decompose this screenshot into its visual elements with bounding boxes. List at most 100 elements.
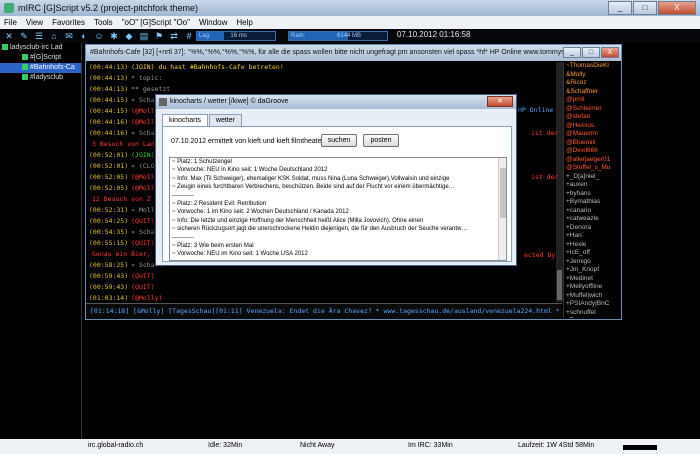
nick-item[interactable]: +catweazle [564, 215, 621, 224]
nick-item[interactable]: +Bymathias [564, 198, 621, 207]
nick-list[interactable]: ~ThomasDieKl &Molly &Ricoz &Schaffner @pmli @… [563, 62, 621, 318]
nick-item[interactable]: +_D[a]niel_ [564, 173, 621, 182]
minimize-button[interactable]: _ [608, 1, 632, 15]
menu-gscript[interactable]: "oO" [G]Script "Oo" [122, 18, 190, 27]
nick-item[interactable]: +Han` [564, 232, 621, 241]
window-title: mIRC [G]Script v5.2 (project-pitchfork t… [18, 3, 199, 13]
timestamp: (00:55:15) [89, 239, 129, 247]
nick-item[interactable]: +Hexle [564, 241, 621, 250]
result-line: ~ Vorwoche: NEU im Kino seit: 1 Woche US… [172, 251, 308, 258]
nick-item[interactable]: @Bluemili [564, 139, 621, 148]
colors-icon[interactable]: ◐ [79, 31, 89, 41]
timestamp: (00:59:43) [89, 272, 129, 280]
menu-favorites[interactable]: Favorites [52, 18, 85, 27]
tree-item-server[interactable]: ladysclub-irc Lad [0, 43, 81, 53]
nick-item[interactable]: +Jm_Knopf [564, 266, 621, 275]
nick-item[interactable]: +PSIAndy|BnC [564, 300, 621, 309]
nick-item[interactable]: @Mauermi [564, 130, 621, 139]
server-icon[interactable]: ✎ [19, 31, 29, 41]
remote-icon[interactable]: ☺ [94, 31, 104, 41]
charts-results-box[interactable]: ~ Platz: 1 Schutzengel ~ Vorwoche: NEU in… [169, 157, 507, 261]
nick-item[interactable]: @stefan [564, 113, 621, 122]
nick-item[interactable]: @Hexxus [564, 122, 621, 131]
timestamp: (00:44:15) [89, 107, 129, 115]
channel-maximize-button[interactable]: □ [582, 47, 600, 58]
nick-item[interactable]: +canario [564, 207, 621, 216]
chat-line: (00:44:13) * topic: [86, 73, 556, 84]
dialog-app-icon [159, 98, 167, 106]
post-button[interactable]: posten [363, 134, 399, 147]
connect-icon[interactable]: ✕ [4, 31, 14, 41]
nick-item[interactable]: +auxen [564, 181, 621, 190]
options-icon[interactable]: ☰ [34, 31, 44, 41]
channel-icon [22, 64, 28, 71]
nick-item[interactable]: @Schleimer [564, 105, 621, 114]
message-text: ** gesetzt [131, 85, 171, 93]
dialog-close-button[interactable]: ✕ [487, 96, 513, 107]
dcc-icon[interactable]: ⇄ [169, 31, 179, 41]
result-line: ~ Info: Seit 30 Jahren sind Kay (Meryl S… [170, 259, 506, 261]
channel-list-icon[interactable]: ⌂ [49, 31, 59, 41]
search-button[interactable]: suchen [321, 134, 357, 147]
nick-item[interactable]: ~ThomasDieKl [564, 62, 621, 71]
network-icon [2, 44, 8, 51]
maximize-button[interactable]: □ [633, 1, 657, 15]
tree-item-label: ladysclub-irc Lad [10, 44, 63, 51]
log-icon[interactable]: ▤ [139, 31, 149, 41]
channel-close-button[interactable]: X [601, 47, 619, 58]
tree-item-bahnhofs-cafe[interactable]: #Bahnhofs-Ca [0, 63, 81, 73]
nick-item[interactable]: +Mellyoffline [564, 283, 621, 292]
scroll-thumb[interactable] [500, 168, 506, 218]
ram-label: Ram: [291, 33, 306, 39]
window-controls: _ □ X [608, 1, 696, 15]
nick-item[interactable]: @Stoffel_s_Mu [564, 164, 621, 173]
nick-item[interactable]: +schnuffel [564, 309, 621, 318]
chat-line: (01:03:14) (@Molly) [86, 293, 556, 302]
nick-item[interactable]: &Ricoz [564, 79, 621, 88]
timestamp: (00:52:01) [89, 151, 129, 159]
close-button[interactable]: X [658, 1, 696, 15]
results-scrollbar[interactable] [498, 158, 506, 260]
scroll-thumb[interactable] [557, 270, 562, 300]
nick-item[interactable]: @pmli [564, 96, 621, 105]
chat-line: (00:59:43) (QUIT) [86, 282, 556, 293]
message-text: (JOIN) [131, 151, 155, 159]
nick-item[interactable]: &Schaffner [564, 88, 621, 97]
scripts-icon[interactable]: ✱ [109, 31, 119, 41]
tree-item-ladysclub[interactable]: #ladysclub [0, 73, 81, 83]
menu-tools[interactable]: Tools [94, 18, 113, 27]
nick-item[interactable]: +IcE_off [564, 249, 621, 258]
channels-icon[interactable]: # [184, 31, 194, 41]
channel-minimize-button[interactable]: _ [563, 47, 581, 58]
chat-scrollbar[interactable] [556, 62, 563, 302]
ram-meter: Ram: 6144 MB [288, 31, 388, 41]
tab-wetter[interactable]: wetter [208, 114, 242, 126]
menu-help[interactable]: Help [236, 18, 252, 27]
nick-item[interactable]: +byhans [564, 190, 621, 199]
about-icon[interactable]: ◆ [124, 31, 134, 41]
message-text: * topic: [131, 74, 163, 82]
lag-label: Lag: [199, 33, 211, 39]
nick-item[interactable]: +Denora [564, 224, 621, 233]
nick-item[interactable]: +Medinet [564, 275, 621, 284]
status-bar: irc.global-radio.ch Idle: 32Min Nicht Aw… [0, 439, 700, 454]
nick-item[interactable]: +Jemigo [564, 258, 621, 267]
timestamp: (00:58:25) [89, 261, 129, 269]
result-line: ~ sicheren Rückzugsort jagt die unerschr… [172, 226, 468, 233]
addressbook-icon[interactable]: ✉ [64, 31, 74, 41]
notify-icon[interactable]: ⚑ [154, 31, 164, 41]
dialog-title: kinocharts / wetter [/kiwe] © daGroove [170, 98, 289, 105]
menu-window[interactable]: Window [199, 18, 227, 27]
title-bar: mIRC [G]Script v5.2 (project-pitchfork t… [0, 0, 700, 16]
nick-item[interactable]: @allerjaeger01 [564, 156, 621, 165]
menu-file[interactable]: File [4, 18, 17, 27]
nick-item[interactable]: +Muffel|wich [564, 292, 621, 301]
nick-item[interactable]: &Molly [564, 71, 621, 80]
tree-item-gscript[interactable]: #[G]Script [0, 53, 81, 63]
timestamp: (00:54:35) [89, 228, 129, 236]
timestamp: (00:52:05) [89, 184, 129, 192]
menu-view[interactable]: View [26, 18, 43, 27]
nick-item[interactable]: +Trucker [564, 317, 621, 318]
message-input[interactable]: [01:14:18] [&Molly] [TagesSchau][01:11] … [86, 303, 562, 319]
nick-item[interactable]: @Devil666 [564, 147, 621, 156]
